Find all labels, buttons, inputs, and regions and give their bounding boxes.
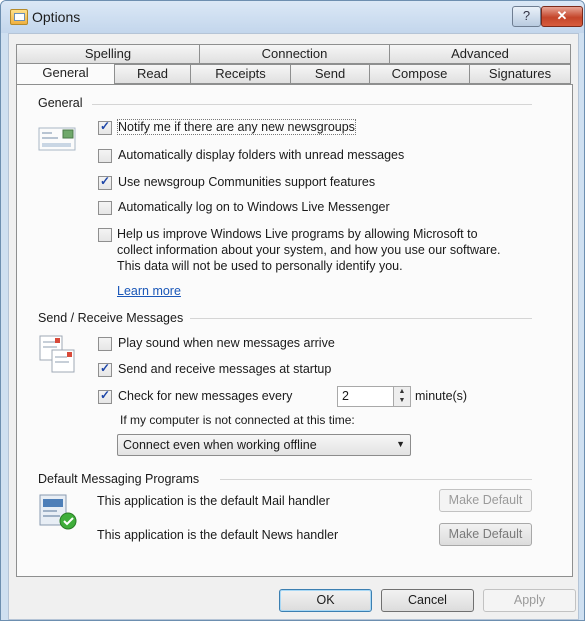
news-handler-text: This application is the default News han…: [97, 528, 339, 542]
group-divider: [220, 479, 532, 480]
spinner-arrows[interactable]: ▲ ▼: [393, 387, 410, 406]
newsgroup-icon: [38, 127, 76, 151]
title-bar[interactable]: Options ? ✕: [1, 1, 584, 33]
checkbox-box[interactable]: [98, 149, 112, 163]
interval-unit-label: minute(s): [415, 389, 468, 403]
options-app-icon: [10, 9, 28, 25]
help-button[interactable]: ?: [512, 6, 541, 27]
ok-button[interactable]: OK: [279, 589, 372, 612]
checkbox-box[interactable]: [98, 337, 112, 351]
checkbox-box[interactable]: [98, 201, 112, 215]
notify-newsgroups-label: Notify me if there are any new newsgroup…: [117, 119, 356, 135]
spin-down-icon[interactable]: ▼: [394, 396, 410, 405]
improve-program-text: Help us improve Windows Live programs by…: [117, 226, 517, 274]
tab-advanced[interactable]: Advanced: [389, 44, 571, 64]
group-divider: [92, 104, 532, 105]
improve-line-1: Help us improve Windows Live programs by…: [117, 227, 478, 241]
tab-signatures[interactable]: Signatures: [469, 64, 571, 84]
check-interval-spinner[interactable]: 2 ▲ ▼: [337, 386, 411, 407]
mail-handler-text: This application is the default Mail han…: [97, 494, 330, 508]
not-connected-label: If my computer is not connected at this …: [120, 413, 355, 427]
learn-more-link[interactable]: Learn more: [117, 284, 181, 298]
close-button[interactable]: ✕: [541, 6, 583, 27]
offline-behavior-value: Connect even when working offline: [123, 438, 317, 452]
check-interval-value[interactable]: 2: [342, 389, 349, 403]
send-receive-icon: [39, 335, 75, 373]
checkbox-box[interactable]: [98, 228, 112, 242]
tab-send[interactable]: Send: [290, 64, 370, 84]
tab-general[interactable]: General: [16, 63, 115, 85]
apply-button[interactable]: Apply: [483, 589, 576, 612]
play-sound-label: Play sound when new messages arrive: [118, 336, 335, 350]
spin-up-icon[interactable]: ▲: [394, 387, 410, 396]
group-divider: [190, 318, 532, 319]
default-program-icon: [39, 494, 77, 530]
group-title-send-receive: Send / Receive Messages: [38, 311, 190, 325]
auto-logon-messenger-label: Automatically log on to Windows Live Mes…: [118, 200, 390, 214]
offline-behavior-dropdown[interactable]: Connect even when working offline ▼: [117, 434, 411, 456]
checkbox-box[interactable]: [98, 119, 112, 135]
improve-line-3: This data will not be used to personally…: [117, 259, 403, 273]
chevron-down-icon: ▼: [396, 439, 405, 449]
auto-display-folders-label: Automatically display folders with unrea…: [118, 148, 405, 162]
improve-line-2: collect information about your system, a…: [117, 243, 501, 257]
communities-support-label: Use newsgroup Communities support featur…: [118, 175, 376, 189]
tab-spelling[interactable]: Spelling: [16, 44, 200, 64]
send-receive-startup-label: Send and receive messages at startup: [118, 362, 332, 376]
tab-compose[interactable]: Compose: [369, 64, 470, 84]
tab-receipts[interactable]: Receipts: [190, 64, 291, 84]
cancel-button[interactable]: Cancel: [381, 589, 474, 612]
group-title-general: General: [38, 96, 89, 110]
group-title-default-programs: Default Messaging Programs: [38, 472, 206, 486]
checkbox-box[interactable]: [98, 388, 112, 404]
checkbox-box[interactable]: [98, 174, 112, 190]
make-default-mail-button[interactable]: Make Default: [439, 489, 532, 512]
tab-connection[interactable]: Connection: [199, 44, 390, 64]
window-title: Options: [32, 9, 81, 25]
make-default-news-button[interactable]: Make Default: [439, 523, 532, 546]
check-messages-label: Check for new messages every: [118, 389, 293, 403]
tab-read[interactable]: Read: [114, 64, 191, 84]
checkbox-box[interactable]: [98, 361, 112, 377]
